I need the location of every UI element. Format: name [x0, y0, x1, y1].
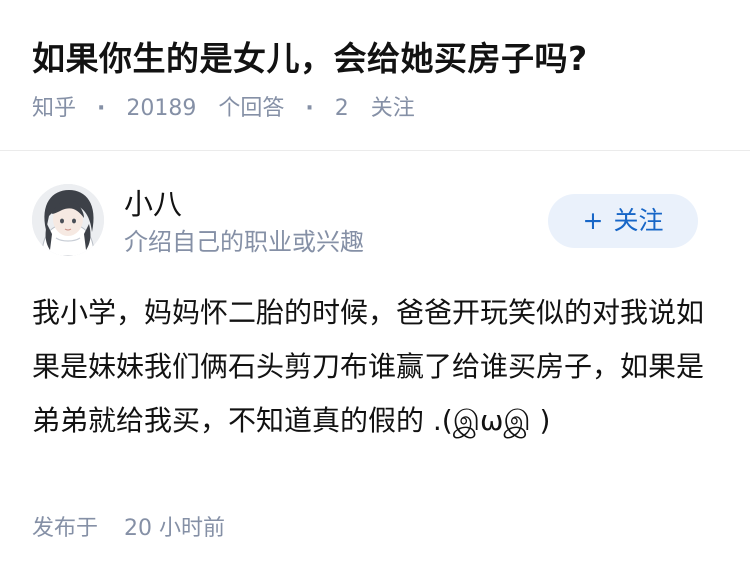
meta-separator: · [97, 96, 106, 121]
question-header: 如果你生的是女儿，会给她买房子吗? 知乎 · 20189 个回答 · 2 关注 [0, 0, 750, 151]
avatar[interactable] [32, 184, 104, 256]
avatar-illustration [32, 184, 104, 256]
author-name[interactable]: 小八 [124, 186, 182, 222]
answer-count: 20189 [126, 96, 197, 121]
follow-button[interactable]: + 关注 [548, 194, 698, 248]
answer-content: 我小学，妈妈怀二胎的时候，爸爸开玩笑似的对我说如果是妹妹我们俩石头剪刀布谁赢了给… [32, 296, 705, 437]
author-info: 小八 介绍自己的职业或兴趣 + 关注 [32, 184, 718, 260]
answer-time-label: 发布于 [32, 516, 99, 541]
question-title[interactable]: 如果你生的是女儿，会给她买房子吗? [32, 36, 588, 82]
follow-button-label: 关注 [613, 206, 664, 235]
source-label: 知乎 [32, 96, 77, 121]
question-meta: 知乎 · 20189 个回答 · 2 关注 [32, 94, 415, 124]
follow-count-label: 关注 [370, 96, 415, 121]
meta-separator: · [305, 96, 314, 121]
answer-count-label: 个回答 [218, 96, 285, 121]
follow-count: 2 [334, 96, 349, 121]
answer-time: 发布于 20 小时前 [32, 514, 225, 544]
answer-time-value: 20 小时前 [124, 516, 226, 541]
plus-icon: + [582, 206, 604, 235]
author-headline: 介绍自己的职业或兴趣 [124, 228, 364, 256]
